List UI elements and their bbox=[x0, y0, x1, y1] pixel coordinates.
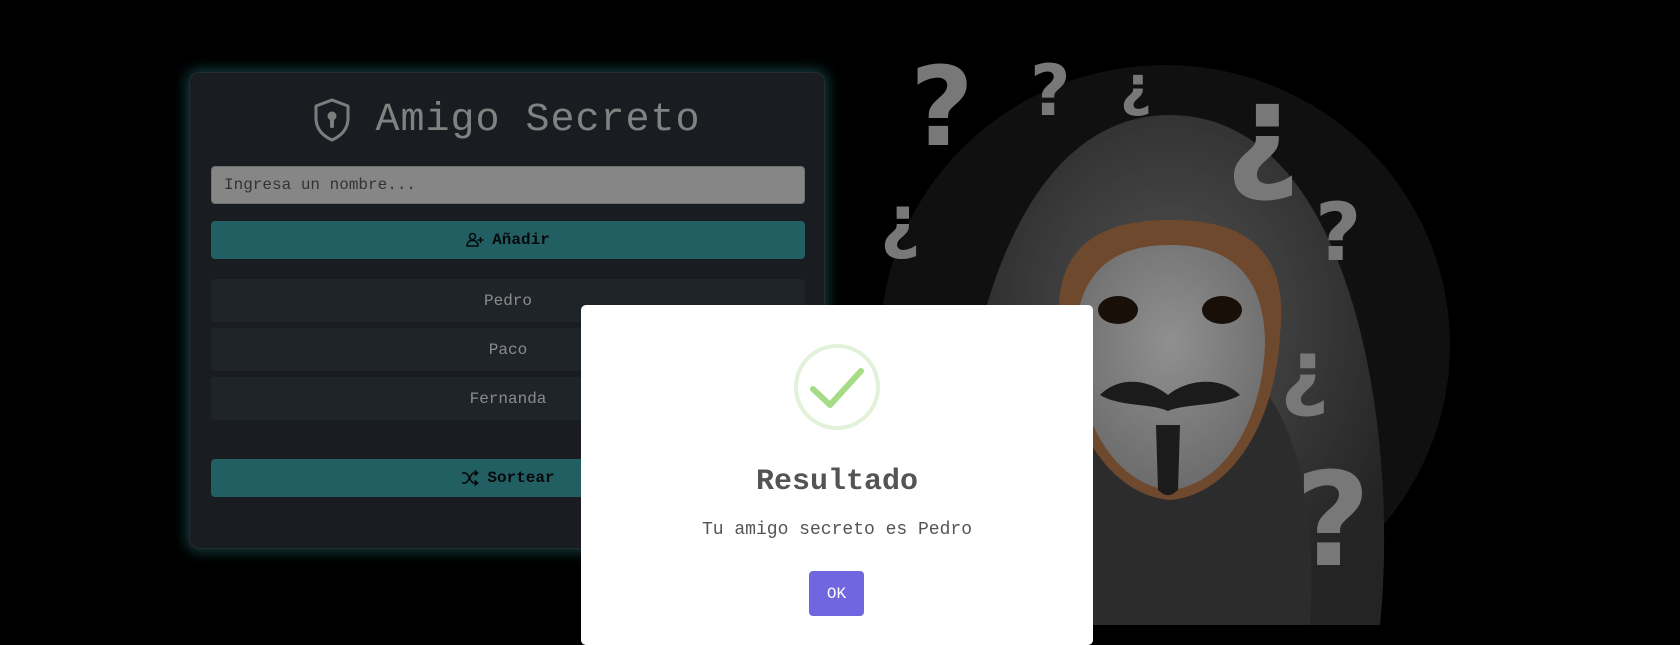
result-dialog: Resultado Tu amigo secreto es Pedro OK bbox=[581, 305, 1093, 645]
success-check-icon bbox=[794, 344, 880, 430]
dialog-message: Tu amigo secreto es Pedro bbox=[701, 520, 973, 540]
dialog-title: Resultado bbox=[755, 465, 919, 499]
ok-button[interactable]: OK bbox=[809, 571, 864, 616]
